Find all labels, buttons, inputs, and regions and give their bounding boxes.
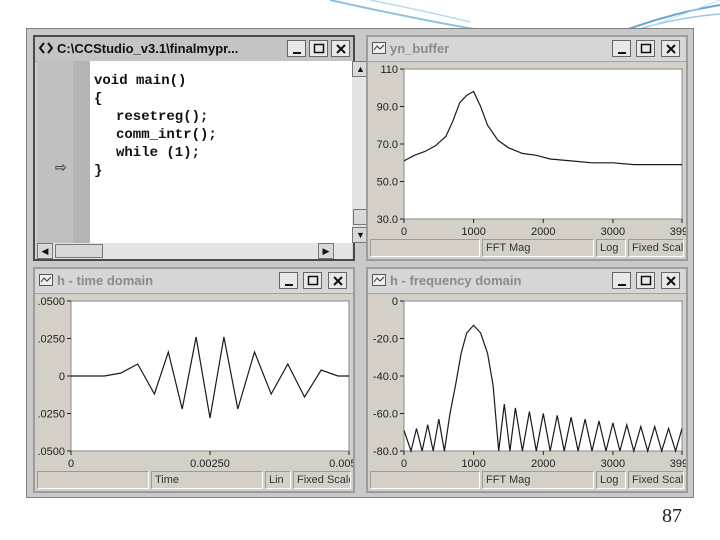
time-domain-window[interactable]: h - time domain 0.0500 0.0250 0 -0.0250 -0.0… xyxy=(28,267,369,493)
plot-area[interactable] xyxy=(70,300,350,452)
time-domain-title: h - time domain xyxy=(57,273,154,288)
close-button[interactable] xyxy=(331,40,350,57)
code-line: resetreg(); xyxy=(116,109,209,125)
x-tick-label: 1000 xyxy=(461,226,485,238)
close-button[interactable] xyxy=(661,40,680,57)
y-tick-label: -20.0 xyxy=(373,334,398,346)
code-line: void main() xyxy=(94,73,187,89)
x-tick-label: 3000 xyxy=(601,458,625,470)
status-scale-mode: Fixed Scale xyxy=(628,471,684,489)
y-tick-label: 90.0 xyxy=(377,102,398,114)
y-tick-label: 0 xyxy=(59,371,65,383)
y-tick-label: 0.0500 xyxy=(37,296,65,308)
y-tick-label: -40.0 xyxy=(373,371,398,383)
maximize-button[interactable] xyxy=(636,272,655,289)
maximize-button[interactable] xyxy=(636,40,655,57)
source-code-area[interactable]: void main() { resetreg(); comm_intr();while… xyxy=(90,61,352,243)
x-tick-label: 2000 xyxy=(531,458,555,470)
x-tick-label: 0 xyxy=(401,226,407,238)
x-tick-label: 1000 xyxy=(461,458,485,470)
status-mode: FFT Mag xyxy=(482,471,594,489)
y-tick-label: 70.0 xyxy=(377,139,398,151)
code-window-title: C:\CCStudio_v3.1\finalmypr... xyxy=(57,41,239,56)
frequency-domain-window[interactable]: h - frequency domain 0 -20.0 -40.0 -60.0 -80… xyxy=(366,267,694,493)
graph-window-icon xyxy=(372,274,386,286)
yn-buffer-window[interactable]: yn_buffer 110 90.0 70.0 50.0 30.0 0 1000 2000 30… xyxy=(366,35,695,261)
yn-buffer-title: yn_buffer xyxy=(390,41,450,56)
code-line: { xyxy=(94,91,103,107)
slide-page-number: 87 xyxy=(662,505,682,527)
frequency-domain-title: h - frequency domain xyxy=(390,273,522,288)
status-empty-field xyxy=(370,471,480,489)
x-tick-label: 3992 xyxy=(670,458,686,470)
x-tick-label: 0.00500 xyxy=(329,458,353,470)
y-tick-label: 110 xyxy=(380,64,398,76)
y-tick-label: -80.0 xyxy=(373,446,398,458)
minimize-button[interactable] xyxy=(287,40,306,57)
y-tick-label: 50.0 xyxy=(377,177,398,189)
breakpoint-gutter[interactable] xyxy=(37,61,73,243)
x-tick-label: 0.00250 xyxy=(190,458,230,470)
minimize-button[interactable] xyxy=(612,40,631,57)
frequency-domain-titlebar[interactable]: h - frequency domain xyxy=(368,269,686,294)
horizontal-scroll-thumb[interactable] xyxy=(55,244,103,258)
code-editor-window[interactable]: C:\CCStudio_v3.1\finalmypr... ⇨ void mai… xyxy=(33,35,369,261)
x-tick-label: 3000 xyxy=(601,226,625,238)
scroll-right-button[interactable]: ▶ xyxy=(318,243,334,259)
code-line: while (1); xyxy=(116,145,201,161)
status-scale-type: Log xyxy=(596,239,626,257)
y-tick-label: -60.0 xyxy=(373,409,398,421)
y-tick-label: -0.0500 xyxy=(37,446,65,458)
plot-area[interactable] xyxy=(403,68,683,220)
source-file-icon xyxy=(39,42,53,54)
status-empty-field xyxy=(37,471,149,489)
status-mode: FFT Mag xyxy=(482,239,594,257)
yn-buffer-statusbar: FFT Mag Log Fixed Scale xyxy=(370,239,684,257)
y-tick-label: 0 xyxy=(392,296,398,308)
status-scale-mode: Fixed Scale xyxy=(293,471,351,489)
frequency-domain-plot[interactable]: 0-20.0-40.0-60.0-80.001000200030003992 xyxy=(370,295,694,473)
minimize-button[interactable] xyxy=(612,272,631,289)
time-domain-titlebar[interactable]: h - time domain xyxy=(35,269,353,294)
code-line: } xyxy=(94,163,103,179)
frequency-domain-statusbar: FFT Mag Log Fixed Scale xyxy=(370,471,684,489)
status-scale-type: Log xyxy=(596,471,626,489)
status-scale-type: Lin xyxy=(265,471,291,489)
time-domain-statusbar: Time Lin Fixed Scale xyxy=(37,471,351,489)
ccs-workspace: C:\CCStudio_v3.1\finalmypr... ⇨ void mai… xyxy=(26,28,694,498)
status-empty-field xyxy=(370,239,480,257)
x-tick-label: 3992 xyxy=(670,226,686,238)
program-counter-arrow-icon: ⇨ xyxy=(55,159,67,175)
status-mode: Time xyxy=(151,471,263,489)
time-domain-plot[interactable]: 0.05000.02500-0.0250-0.050000.002500.005… xyxy=(28,295,369,473)
minimize-button[interactable] xyxy=(279,272,298,289)
line-gutter xyxy=(73,61,90,243)
close-button[interactable] xyxy=(661,272,680,289)
scroll-left-button[interactable]: ◀ xyxy=(37,243,53,259)
x-tick-label: 0 xyxy=(401,458,407,470)
maximize-button[interactable] xyxy=(303,272,322,289)
graph-window-icon xyxy=(372,42,386,54)
yn-buffer-plot[interactable]: 110 90.0 70.0 50.0 30.00 1000 2000 3000 3992 xyxy=(370,63,695,241)
status-scale-mode: Fixed Scale xyxy=(628,239,684,257)
maximize-button[interactable] xyxy=(309,40,328,57)
y-tick-label: 0.0250 xyxy=(37,334,65,346)
y-tick-label: -0.0250 xyxy=(37,409,65,421)
close-button[interactable] xyxy=(328,272,347,289)
code-window-titlebar[interactable]: C:\CCStudio_v3.1\finalmypr... xyxy=(35,37,353,62)
x-tick-label: 2000 xyxy=(531,226,555,238)
graph-window-icon xyxy=(39,274,53,286)
x-tick-label: 0 xyxy=(68,458,74,470)
horizontal-scrollbar[interactable]: ◀ ▶ xyxy=(37,243,352,259)
yn-buffer-titlebar[interactable]: yn_buffer xyxy=(368,37,686,62)
y-tick-label: 30.0 xyxy=(377,214,398,226)
code-line: comm_intr(); xyxy=(116,127,217,143)
